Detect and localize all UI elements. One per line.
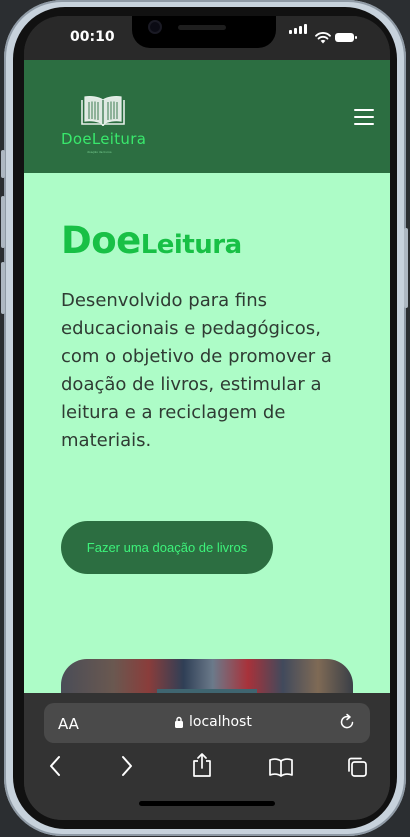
logo-tagline: doação de livros xyxy=(87,150,112,154)
donate-books-button[interactable]: Fazer uma doação de livros xyxy=(61,521,273,574)
hero-title: DoeLeitura xyxy=(61,219,242,262)
forward-icon[interactable] xyxy=(120,755,134,777)
hero-title-leitura: Leitura xyxy=(140,230,242,260)
volume-down-button xyxy=(1,262,5,314)
url-display[interactable]: localhost xyxy=(174,714,252,730)
browser-toolbar: AA localhost xyxy=(24,693,390,820)
camera-icon xyxy=(150,22,160,32)
book-logo-icon xyxy=(81,96,125,127)
power-button xyxy=(404,228,408,308)
lock-icon xyxy=(175,716,183,728)
wifi-icon xyxy=(315,32,331,44)
notch xyxy=(132,16,276,48)
url-text: localhost xyxy=(189,714,252,730)
hamburger-menu-icon[interactable] xyxy=(354,107,374,127)
hero-title-doe: Doe xyxy=(61,219,141,262)
text-size-button[interactable]: AA xyxy=(58,715,79,733)
hero-description: Desenvolvido para fins educacionais e pe… xyxy=(61,290,332,451)
hero-section: DoeLeitura Desenvolvido para fins educac… xyxy=(24,173,390,719)
home-indicator xyxy=(139,801,275,806)
phone-screen: 00:10 DoeLeitura doação de livros DoeLei… xyxy=(24,16,390,820)
status-bar: 00:10 xyxy=(24,16,390,60)
status-time: 00:10 xyxy=(70,29,115,45)
tabs-icon[interactable] xyxy=(346,756,368,778)
share-icon[interactable] xyxy=(191,752,213,778)
volume-up-button xyxy=(1,196,5,248)
side-button xyxy=(1,150,5,178)
bookmarks-icon[interactable] xyxy=(268,757,294,777)
address-bar[interactable]: AA localhost xyxy=(44,703,370,743)
reload-icon[interactable] xyxy=(338,713,356,731)
app-header: DoeLeitura doação de livros xyxy=(24,60,390,173)
logo-text[interactable]: DoeLeitura xyxy=(61,130,146,148)
back-icon[interactable] xyxy=(48,755,62,777)
battery-icon xyxy=(335,33,357,42)
speaker-grille xyxy=(178,25,226,30)
